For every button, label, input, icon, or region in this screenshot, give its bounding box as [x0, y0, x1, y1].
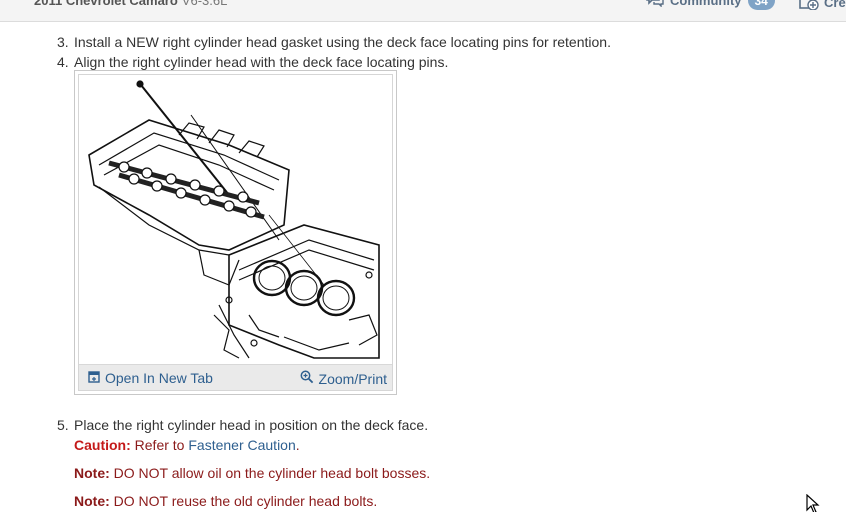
community-label: Community [670, 0, 742, 8]
create-label: Cre [824, 0, 846, 10]
create-doc-icon [798, 0, 820, 13]
caution-end: . [295, 437, 300, 453]
open-tab-label: Open In New Tab [105, 370, 213, 386]
vehicle-name: 2011 Chevrolet Camaro [34, 0, 178, 8]
create-button[interactable]: Cre [798, 0, 846, 13]
caution-note: Caution: Refer to Fastener Caution. [74, 437, 300, 453]
note-text: DO NOT reuse the old cylinder head bolts… [113, 493, 378, 509]
zoom-print-label: Zoom/Print [318, 370, 387, 387]
zoom-icon [300, 370, 314, 387]
caution-text: Refer to [134, 437, 185, 453]
step-number: 3. [57, 34, 69, 50]
step-5: 5. Place the right cylinder head in posit… [57, 417, 428, 433]
step-number: 5. [57, 417, 69, 433]
top-bar: 2011 Chevrolet Camaro V6-3.6L Community 3… [0, 0, 846, 22]
vehicle-engine: V6-3.6L [181, 0, 228, 8]
figure-actions-bar: Open In New Tab Zoom/Print [79, 364, 392, 390]
open-in-new-tab-link[interactable]: Open In New Tab [88, 370, 213, 386]
note-oil: Note: DO NOT allow oil on the cylinder h… [74, 465, 430, 481]
note-text: DO NOT allow oil on the cylinder head bo… [113, 465, 431, 481]
open-tab-icon [88, 370, 100, 386]
zoom-print-link[interactable]: Zoom/Print [300, 370, 387, 387]
step-text: Install a NEW right cylinder head gasket… [74, 34, 611, 50]
note-label: Note: [74, 493, 110, 509]
vehicle-title: 2011 Chevrolet Camaro V6-3.6L [34, 0, 227, 8]
community-button[interactable]: Community 34 [646, 0, 775, 10]
community-icon [646, 0, 664, 10]
step-3: 3. Install a NEW right cylinder head gask… [57, 34, 611, 50]
mouse-pointer-icon [806, 493, 820, 512]
fastener-caution-link[interactable]: Fastener Caution [188, 437, 295, 453]
note-label: Note: [74, 465, 110, 481]
step-number: 4. [57, 54, 69, 70]
step-text: Align the right cylinder head with the d… [74, 54, 449, 70]
step-text: Place the right cylinder head in positio… [74, 417, 429, 433]
note-bolts: Note: DO NOT reuse the old cylinder head… [74, 493, 377, 509]
figure-box: Open In New Tab Zoom/Print [74, 70, 397, 395]
cylinder-head-illustration[interactable] [79, 75, 392, 362]
caution-label: Caution: [74, 437, 131, 453]
step-4: 4. Align the right cylinder head with the… [57, 54, 448, 70]
community-count-badge: 34 [747, 0, 775, 10]
